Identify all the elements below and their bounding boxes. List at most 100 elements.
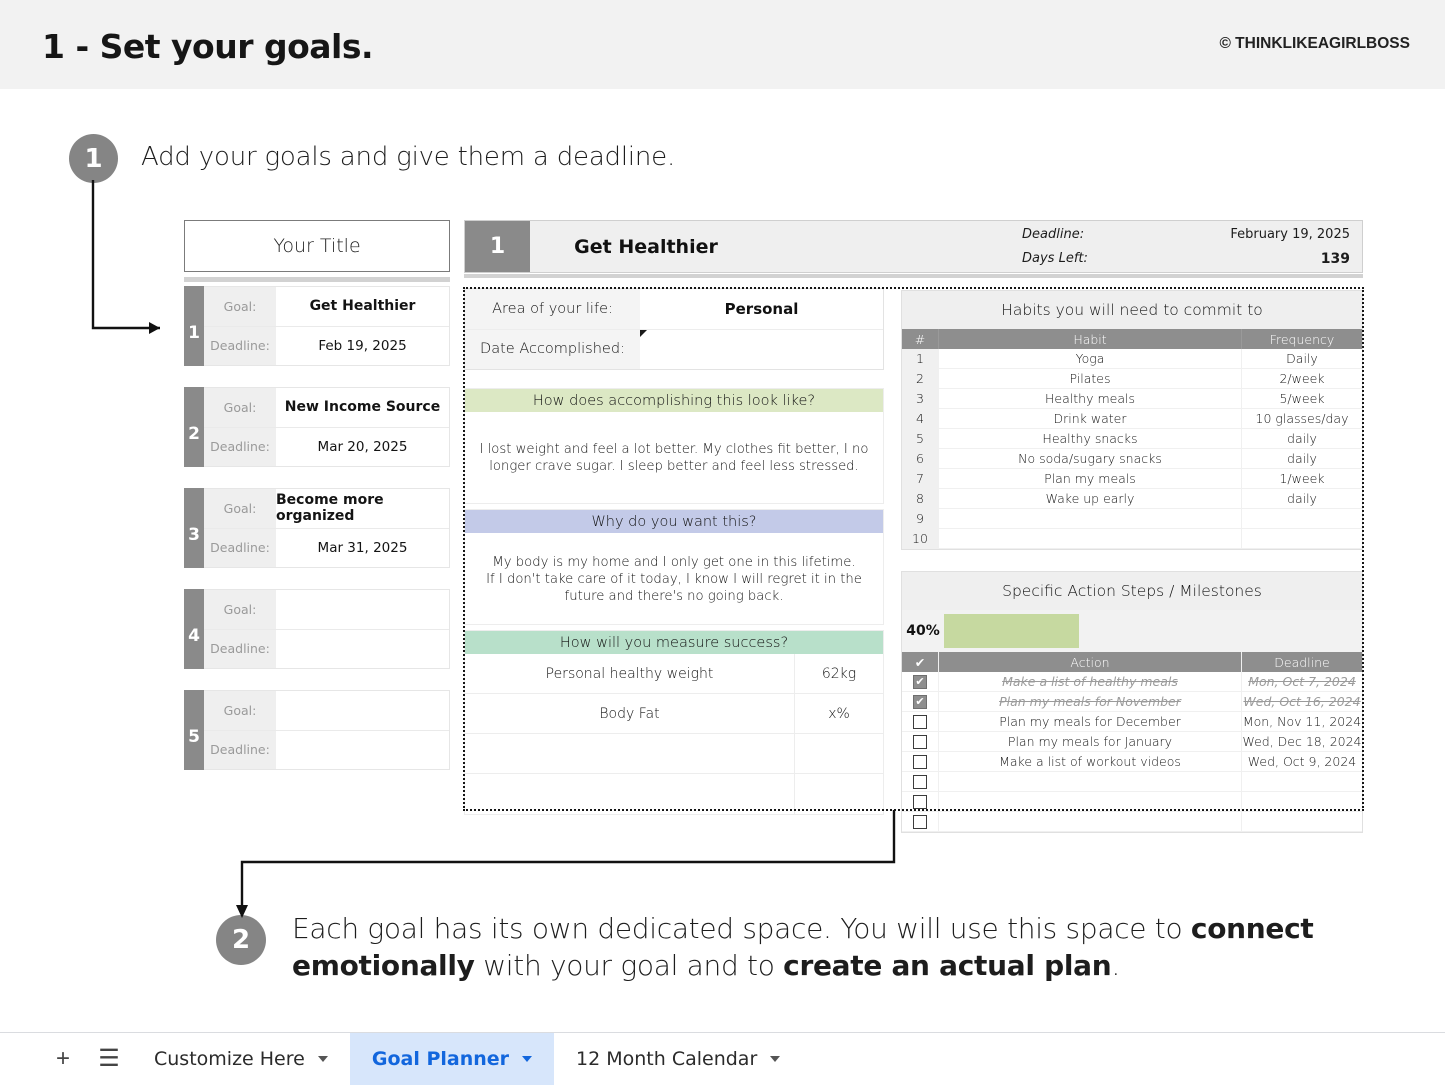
milestone-row[interactable]: ✔ Make a list of healthy meals Mon, Oct 7,… [902, 672, 1362, 692]
metric-name [465, 774, 795, 814]
habit-number: 10 [902, 529, 938, 548]
milestones-table-header: ✔ Action Deadline [902, 652, 1362, 672]
section-heading-look-like: How does accomplishing this look like? [465, 389, 883, 412]
goal-card-deadline-value[interactable]: Mar 31, 2025 [276, 528, 449, 567]
goal-card[interactable]: 4 Goal: Deadline: [184, 589, 450, 669]
all-sheets-menu-icon[interactable]: ☰ [86, 1033, 132, 1085]
add-sheet-icon[interactable]: + [40, 1033, 86, 1085]
habit-row[interactable]: 10 [902, 529, 1362, 549]
milestone-checkbox-cell[interactable] [902, 732, 938, 751]
success-metrics-panel: How will you measure success? Personal h… [464, 630, 884, 815]
habit-row[interactable]: 1 Yoga Daily [902, 349, 1362, 369]
goal-card-deadline-value[interactable] [276, 629, 449, 668]
checkbox-icon[interactable] [913, 774, 927, 789]
goal-header-name: Get Healthier [574, 235, 718, 258]
habit-row[interactable]: 5 Healthy snacks daily [902, 429, 1362, 449]
habits-panel-title: Habits you will need to commit to [902, 291, 1362, 329]
sheet-tab-goal-planner[interactable]: Goal Planner [349, 1032, 555, 1085]
habit-frequency: daily [1287, 431, 1317, 446]
milestone-row[interactable]: Plan my meals for December Mon, Nov 11, 2… [902, 712, 1362, 732]
milestone-checkbox-cell[interactable]: ✔ [902, 672, 938, 691]
connector-arrow-1 [91, 180, 160, 334]
goal-header-bar[interactable]: 1 Get Healthier Deadline: February 19, 2… [464, 220, 1363, 273]
metric-row[interactable]: Personal healthy weight 62kg [465, 654, 883, 694]
metric-name [465, 734, 795, 773]
habit-number: 6 [902, 449, 938, 468]
habits-table-body: 1 Yoga Daily 2 Pilates 2/week 3 Healthy meals 5/… [902, 349, 1362, 549]
habit-row[interactable]: 7 Plan my meals 1/week [902, 469, 1362, 489]
habit-row[interactable]: 2 Pilates 2/week [902, 369, 1362, 389]
checkbox-icon[interactable] [913, 754, 927, 769]
habit-frequency [1242, 529, 1362, 548]
goal-card-deadline-value[interactable]: Mar 20, 2025 [276, 427, 449, 466]
callout-text-1: Add your goals and give them a deadline. [141, 142, 676, 172]
metric-row[interactable]: Body Fat x% [465, 694, 883, 734]
goal-card-deadline-value[interactable] [276, 730, 449, 769]
milestone-row[interactable]: ✔ Plan my meals for November Wed, Oct 16, … [902, 692, 1362, 712]
habit-row[interactable]: 4 Drink water 10 glasses/day [902, 409, 1362, 429]
milestone-checkbox-cell[interactable] [902, 772, 938, 791]
goal-card-deadline-value[interactable]: Feb 19, 2025 [276, 326, 449, 365]
progress-track [944, 614, 1282, 648]
milestones-col-action: Action [938, 652, 1242, 672]
habit-row[interactable]: 8 Wake up early daily [902, 489, 1362, 509]
goal-header-meta: Deadline: February 19, 2025 Days Left: 1… [1022, 221, 1362, 272]
goal-card[interactable]: 1 Goal: Get Healthier Deadline: Feb 19, 2025 [184, 286, 450, 366]
sheet-tabs: Customize Here Goal Planner 12 Month Calen… [132, 1032, 802, 1085]
sheet-tab-bar: + ☰ Customize Here Goal Planner 12 Month C… [0, 1032, 1445, 1085]
goal-card[interactable]: 5 Goal: Deadline: [184, 690, 450, 770]
sheet-tab-12-month-calendar[interactable]: 12 Month Calendar [554, 1033, 802, 1085]
checkbox-icon[interactable] [913, 734, 927, 749]
goal-card-goal-label: Goal: [204, 590, 276, 629]
section-body-why[interactable]: My body is my home and I only get one in… [465, 533, 883, 625]
sheet-tab-customize-here[interactable]: Customize Here [132, 1033, 350, 1085]
milestone-checkbox-cell[interactable] [902, 712, 938, 731]
goal-card-goal-value[interactable] [276, 590, 449, 629]
milestone-checkbox-cell[interactable] [902, 752, 938, 771]
checkbox-icon[interactable] [913, 714, 927, 729]
milestone-row[interactable] [902, 812, 1362, 832]
habit-number: 7 [902, 469, 938, 488]
milestone-checkbox-cell[interactable] [902, 812, 938, 831]
metric-value: 62kg [821, 665, 857, 682]
metric-row[interactable] [465, 774, 883, 814]
milestone-checkbox-cell[interactable]: ✔ [902, 692, 938, 711]
your-title-box[interactable]: Your Title [184, 220, 450, 272]
goal-card-index: 1 [184, 286, 204, 366]
deadline-value: February 19, 2025 [1230, 227, 1350, 242]
section-body-look-like[interactable]: I lost weight and feel a lot better. My … [465, 412, 883, 504]
goal-card-goal-value[interactable] [276, 691, 449, 730]
area-of-life-label: Area of your life: [465, 289, 640, 329]
goal-card-deadline-label: Deadline: [204, 528, 276, 567]
goal-card-goal-value[interactable]: New Income Source [276, 388, 449, 427]
milestone-row[interactable]: Plan my meals for January Wed, Dec 18, 20… [902, 732, 1362, 752]
goal-card[interactable]: 2 Goal: New Income Source Deadline: Mar 20, … [184, 387, 450, 467]
habits-col-frequency: Frequency [1242, 329, 1362, 349]
milestone-action: Make a list of workout videos [938, 752, 1242, 771]
chevron-down-icon[interactable] [317, 1055, 328, 1062]
chevron-down-icon[interactable] [522, 1055, 533, 1062]
date-accomplished-value[interactable] [640, 329, 883, 370]
goal-card-goal-value[interactable]: Get Healthier [276, 287, 449, 326]
milestones-panel-title: Specific Action Steps / Milestones [902, 572, 1362, 610]
chevron-down-icon[interactable] [770, 1055, 781, 1062]
checkbox-icon[interactable]: ✔ [913, 674, 927, 689]
habit-number: 2 [902, 369, 938, 388]
checkbox-icon[interactable] [913, 814, 927, 829]
area-of-life-value[interactable]: Personal [640, 289, 883, 329]
days-left-value: 139 [1320, 250, 1350, 267]
habit-row[interactable]: 9 [902, 509, 1362, 529]
habit-row[interactable]: 3 Healthy meals 5/week [902, 389, 1362, 409]
milestone-row[interactable] [902, 772, 1362, 792]
checkbox-icon[interactable] [913, 794, 927, 809]
habit-row[interactable]: 6 No soda/sugary snacks daily [902, 449, 1362, 469]
habit-name: Yoga [938, 349, 1242, 368]
milestone-row[interactable]: Make a list of workout videos Wed, Oct 9,… [902, 752, 1362, 772]
milestone-row[interactable] [902, 792, 1362, 812]
milestone-checkbox-cell[interactable] [902, 792, 938, 811]
goal-card[interactable]: 3 Goal: Become more organized Deadline: Mar … [184, 488, 450, 568]
goal-card-goal-value[interactable]: Become more organized [276, 489, 449, 528]
metric-row[interactable] [465, 734, 883, 774]
checkbox-icon[interactable]: ✔ [913, 694, 927, 709]
goal-card-index: 5 [184, 690, 204, 770]
